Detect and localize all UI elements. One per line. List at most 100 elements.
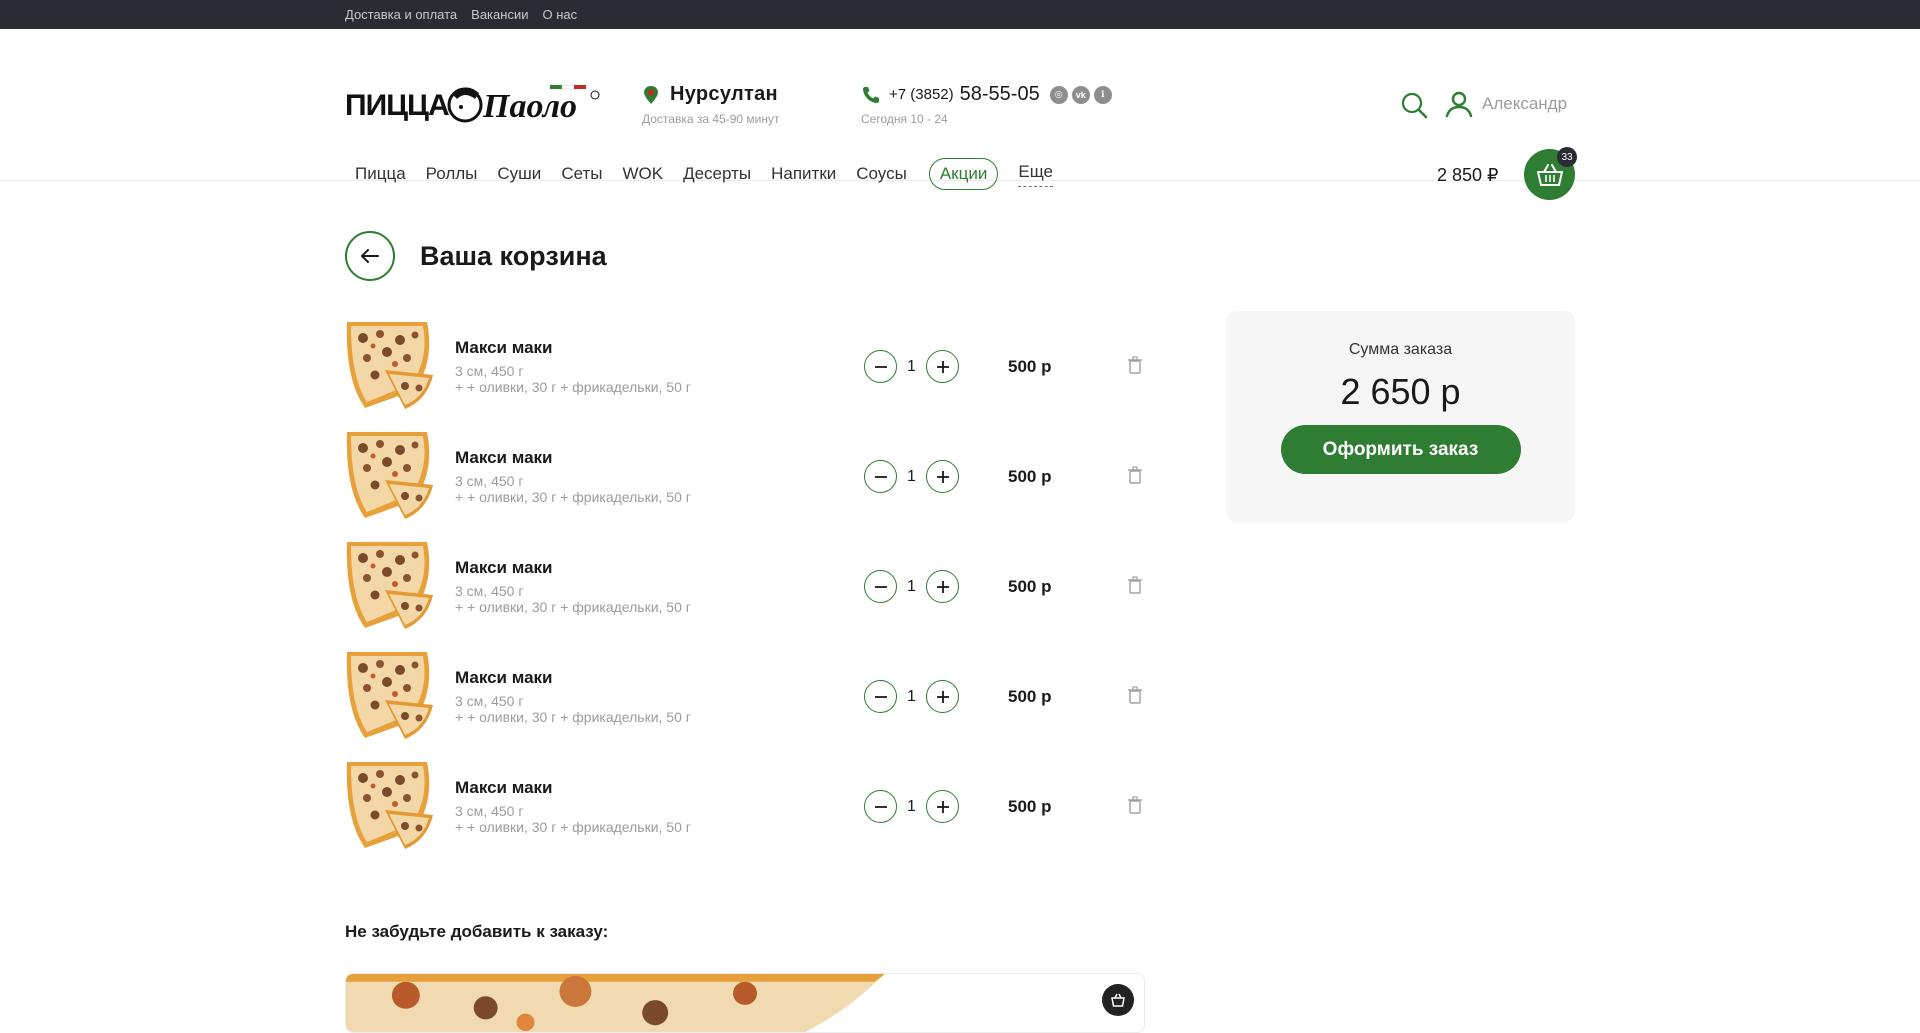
item-image [345, 540, 435, 630]
decrease-button[interactable] [864, 350, 897, 383]
header-cart-button[interactable]: 33 [1524, 147, 1577, 200]
item-name: Макси маки [455, 338, 553, 357]
svg-text:ПИЦЦА: ПИЦЦА [345, 89, 449, 122]
social-links: ◎ vk ℹ [1049, 85, 1112, 104]
decrease-button[interactable] [864, 680, 897, 713]
minus-icon [874, 695, 887, 698]
quantity-stepper: 1 [864, 460, 959, 493]
order-summary: Сумма заказа 2 650 р Оформить заказ [1226, 311, 1575, 522]
nav-item-sushi[interactable]: Суши [487, 164, 551, 184]
item-price: 500 р [1008, 357, 1052, 376]
item-extras: + + оливки, 30 г + фрикадельки, 50 г [455, 379, 691, 395]
item-name: Макси маки [455, 558, 553, 577]
tripadvisor-icon[interactable]: ℹ [1093, 85, 1112, 104]
item-price: 500 р [1008, 577, 1052, 596]
summary-total: 2 650 р [1340, 371, 1461, 412]
trash-icon[interactable] [1127, 686, 1143, 704]
trash-icon[interactable] [1127, 356, 1143, 374]
item-price: 500 р [1008, 467, 1052, 486]
trash-icon[interactable] [1127, 796, 1143, 814]
nav-item-sauces[interactable]: Соусы [846, 164, 917, 184]
item-extras: + + оливки, 30 г + фрикадельки, 50 г [455, 489, 691, 505]
upsell-product-image [346, 974, 1144, 1032]
plus-icon [936, 690, 949, 703]
user-account-button[interactable]: Александр [1444, 89, 1567, 119]
delivery-time: Доставка за 45-90 минут [642, 112, 780, 126]
page-header: Ваша корзина [345, 231, 607, 281]
topbar-link-about[interactable]: О нас [542, 7, 577, 22]
minus-icon [874, 365, 887, 368]
nav-item-more[interactable]: Еще [1018, 162, 1053, 187]
increase-button[interactable] [926, 350, 959, 383]
nav-item-drinks[interactable]: Напитки [761, 164, 846, 184]
plus-icon [936, 360, 949, 373]
plus-icon [936, 470, 949, 483]
upsell-product-card[interactable] [345, 973, 1145, 1033]
topbar-link-vacancies[interactable]: Вакансии [471, 7, 528, 22]
city-name: Нурсултан [670, 83, 778, 105]
item-name: Макси маки [455, 668, 553, 687]
site-header: ПИЦЦА Паоло Нурсултан Доставка за 45-90 … [0, 29, 1920, 200]
decrease-button[interactable] [864, 570, 897, 603]
item-image [345, 320, 435, 410]
top-bar-links: Доставка и оплата Вакансии О нас [345, 0, 577, 29]
increase-button[interactable] [926, 790, 959, 823]
quantity-value: 1 [907, 687, 916, 705]
quantity-stepper: 1 [864, 680, 959, 713]
page-title: Ваша корзина [420, 240, 607, 271]
item-image [345, 650, 435, 740]
search-icon[interactable] [1400, 91, 1428, 119]
basket-icon [1111, 993, 1125, 1007]
nav-item-rolls[interactable]: Роллы [416, 164, 488, 184]
item-image [345, 760, 435, 850]
user-name: Александр [1482, 94, 1568, 113]
instagram-icon[interactable]: ◎ [1049, 85, 1068, 104]
increase-button[interactable] [926, 460, 959, 493]
summary-label: Сумма заказа [1348, 341, 1453, 358]
quantity-value: 1 [907, 577, 916, 595]
trash-icon[interactable] [1127, 576, 1143, 594]
cart-item: Макси маки 3 см, 450 г + + оливки, 30 г … [345, 320, 1145, 430]
main-nav: Пицца Роллы Суши Сеты WOK Десерты Напитк… [345, 157, 1053, 191]
brand-logo[interactable]: ПИЦЦА Паоло [345, 77, 605, 129]
back-button[interactable] [345, 231, 395, 281]
item-price: 500 р [1008, 687, 1052, 706]
nav-item-pizza[interactable]: Пицца [345, 164, 416, 184]
cart-count-badge: 33 [1557, 147, 1577, 167]
item-info: Макси маки 3 см, 450 г + + оливки, 30 г … [455, 668, 691, 725]
increase-button[interactable] [926, 680, 959, 713]
item-price: 500 р [1008, 797, 1052, 816]
nav-item-promo[interactable]: Акции [928, 158, 999, 190]
quantity-stepper: 1 [864, 790, 959, 823]
nav-item-wok[interactable]: WOK [612, 164, 673, 184]
upsell-title: Не забудьте добавить к заказу: [345, 922, 609, 941]
increase-button[interactable] [926, 570, 959, 603]
nav-item-desserts[interactable]: Десерты [673, 164, 761, 184]
item-name: Макси маки [455, 448, 553, 467]
cart-item: Макси маки 3 см, 450 г + + оливки, 30 г … [345, 430, 1145, 540]
phone-number[interactable]: 58-55-05 [960, 83, 1040, 106]
plus-icon [936, 580, 949, 593]
cart-item: Макси маки 3 см, 450 г + + оливки, 30 г … [345, 650, 1145, 760]
checkout-button[interactable]: Оформить заказ [1280, 425, 1521, 474]
header-cart-sum[interactable]: 2 850 ₽ [1437, 165, 1499, 186]
quantity-value: 1 [907, 467, 916, 485]
vk-icon[interactable]: vk [1071, 85, 1090, 104]
item-info: Макси маки 3 см, 450 г + + оливки, 30 г … [455, 558, 691, 615]
cart-item: Макси маки 3 см, 450 г + + оливки, 30 г … [345, 760, 1145, 870]
city-selector[interactable]: Нурсултан Доставка за 45-90 минут [642, 83, 779, 126]
quantity-value: 1 [907, 797, 916, 815]
item-extras: + + оливки, 30 г + фрикадельки, 50 г [455, 709, 691, 725]
cart-items-list: Макси маки 3 см, 450 г + + оливки, 30 г … [345, 320, 1145, 870]
trash-icon[interactable] [1127, 466, 1143, 484]
item-size: 3 см, 450 г [455, 583, 524, 599]
decrease-button[interactable] [864, 790, 897, 823]
quantity-stepper: 1 [864, 350, 959, 383]
user-icon [1445, 91, 1473, 118]
nav-item-sets[interactable]: Сеты [551, 164, 612, 184]
topbar-link-delivery[interactable]: Доставка и оплата [345, 7, 457, 22]
svg-text:Паоло: Паоло [482, 88, 577, 125]
add-to-basket-button[interactable] [1102, 984, 1134, 1016]
phone-prefix: +7 (3852) [889, 86, 954, 103]
decrease-button[interactable] [864, 460, 897, 493]
